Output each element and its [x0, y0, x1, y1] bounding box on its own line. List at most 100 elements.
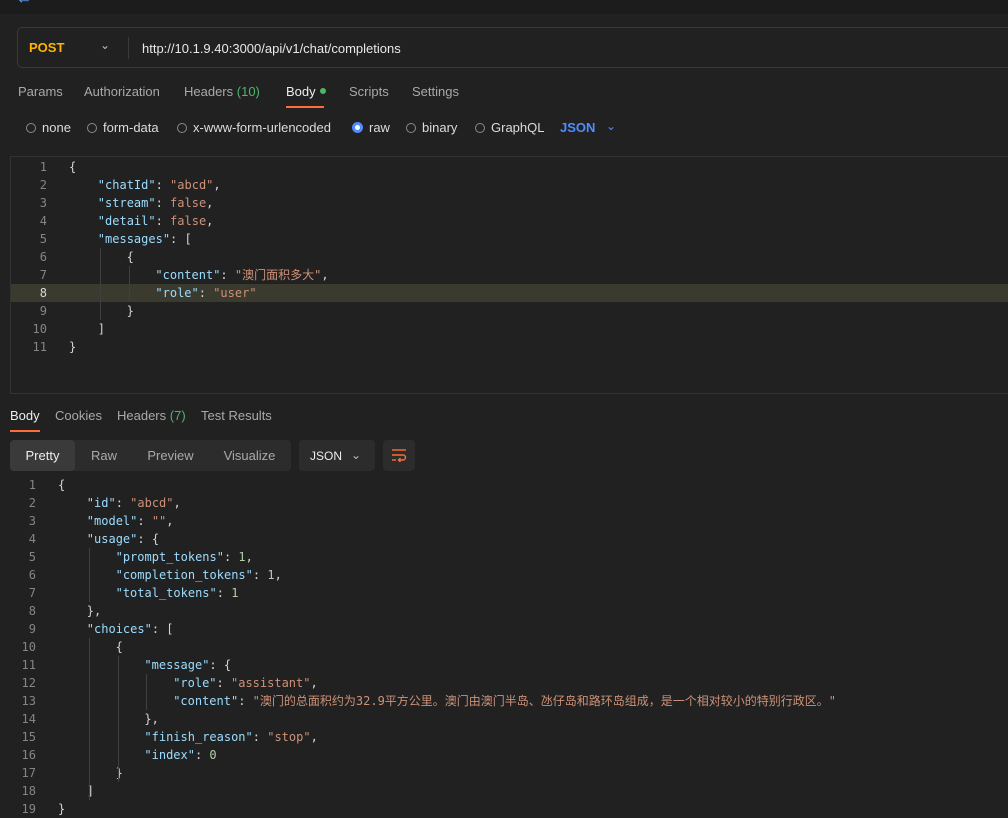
code-line: 2 "chatId": "abcd", [11, 176, 1008, 194]
request-body-editor[interactable]: 1{2 "chatId": "abcd", 3 "stream": false, 4 "d… [10, 156, 1008, 394]
line-number: 12 [21, 676, 36, 690]
chevron-down-icon: ⌄ [351, 448, 362, 462]
line-number: 10 [32, 322, 47, 336]
code-text: "content": "澳门面积多大", [155, 266, 328, 284]
code-line: 10] [11, 320, 1008, 338]
json-punctuation: , [173, 496, 181, 510]
view-mode-visualize[interactable]: Visualize [208, 440, 291, 471]
response-tab-headers[interactable]: Headers (7) [117, 408, 186, 423]
code-text: "stream": false, [98, 194, 214, 212]
tab-authorization[interactable]: Authorization [84, 84, 160, 99]
json-punctuation: , [213, 178, 221, 192]
line-number: 2 [28, 496, 36, 510]
json-punctuation: , [206, 196, 214, 210]
line-number: 3 [28, 514, 36, 528]
tab-label: Authorization [84, 84, 160, 99]
body-type-none[interactable]: none [26, 120, 71, 135]
response-body-viewer[interactable]: 1{2 "id": "abcd", 3 "model": "", 4 "usage": {… [0, 476, 1008, 818]
radio-icon [26, 123, 36, 133]
json-key: "role" [173, 676, 217, 690]
indent-guide [88, 638, 90, 800]
line-number: 11 [21, 658, 36, 672]
body-type-urlencoded[interactable]: x-www-form-urlencoded [177, 120, 331, 135]
tab-label: Body [10, 408, 40, 423]
tab-label: Body [286, 84, 316, 99]
json-punctuation: { [126, 250, 134, 264]
chevron-down-icon[interactable]: ⌄ [606, 119, 616, 133]
code-text: { [127, 248, 134, 266]
body-type-graphql[interactable]: GraphQL [475, 120, 544, 135]
response-tab-test-results[interactable]: Test Results [201, 408, 272, 423]
line-number: 1 [28, 478, 36, 492]
code-text: "prompt_tokens": 1, [116, 548, 253, 566]
json-key: "content" [173, 694, 239, 708]
json-number: 1 [238, 550, 246, 564]
json-punctuation: : [155, 178, 171, 192]
json-string: false [170, 196, 207, 210]
line-number: 7 [39, 268, 47, 282]
body-type-binary[interactable]: binary [406, 120, 457, 135]
response-tab-cookies[interactable]: Cookies [55, 408, 102, 423]
json-string: "abcd" [130, 496, 174, 510]
code-line: 8}, [0, 602, 1000, 620]
body-type-label: none [42, 120, 71, 135]
url-divider [128, 37, 129, 59]
view-mode-raw[interactable]: Raw [75, 440, 133, 471]
json-punctuation: } [58, 802, 66, 816]
line-number: 7 [28, 586, 36, 600]
line-number: 3 [39, 196, 47, 210]
line-number: 15 [21, 730, 36, 744]
method-select[interactable]: POST [29, 40, 64, 55]
line-number: 11 [32, 340, 47, 354]
tab-params[interactable]: Params [18, 84, 63, 99]
body-type-form-data[interactable]: form-data [87, 120, 159, 135]
indent-guide [88, 548, 90, 602]
json-punctuation: { [115, 640, 123, 654]
view-mode-pretty[interactable]: Pretty [10, 440, 75, 471]
response-format-select[interactable]: JSON ⌄ [299, 440, 375, 471]
json-string: "" [151, 514, 167, 528]
body-language-select[interactable]: JSON [560, 120, 595, 135]
view-mode-selector: Pretty Raw Preview Visualize [10, 440, 291, 471]
tab-headers[interactable]: Headers (10) [184, 84, 260, 99]
code-line: 4 "detail": false, [11, 212, 1008, 230]
code-text: "role": "assistant", [173, 674, 318, 692]
tab-label: Cookies [55, 408, 102, 423]
code-text: { [116, 638, 123, 656]
tab-settings[interactable]: Settings [412, 84, 459, 99]
code-line: 15 "finish_reason": "stop", [0, 728, 1000, 746]
wrap-lines-button[interactable] [383, 440, 415, 471]
json-punctuation: , [310, 676, 318, 690]
code-line: 5 "messages": [ [11, 230, 1008, 248]
view-mode-preview[interactable]: Preview [133, 440, 208, 471]
json-punctuation: : [238, 694, 253, 708]
body-type-raw[interactable]: raw [352, 120, 390, 135]
radio-icon [475, 123, 485, 133]
code-text: { [58, 476, 65, 494]
json-punctuation: : [194, 748, 210, 762]
active-tab-underline [286, 106, 324, 108]
json-punctuation: : [198, 286, 214, 300]
code-text: "message": { [144, 656, 231, 674]
url-input[interactable] [142, 38, 742, 58]
tab-scripts[interactable]: Scripts [349, 84, 389, 99]
url-bar: POST ⌄ [17, 27, 1008, 68]
code-line: 6{ [11, 248, 1008, 266]
back-arrow-icon[interactable]: ⇐ [18, 0, 42, 6]
json-punctuation: : [ [170, 232, 192, 246]
line-number: 6 [39, 250, 47, 264]
json-punctuation: }, [86, 604, 102, 618]
tab-body[interactable]: Body [286, 84, 326, 99]
json-punctuation: , [206, 214, 214, 228]
json-punctuation: { [69, 160, 77, 174]
json-punctuation: , [310, 730, 318, 744]
code-text: } [58, 800, 65, 818]
chevron-down-icon[interactable]: ⌄ [100, 38, 110, 52]
indent-guide [117, 656, 119, 782]
json-string: "user" [213, 286, 257, 300]
code-text: "finish_reason": "stop", [144, 728, 317, 746]
json-punctuation: : [252, 730, 268, 744]
json-key: "message" [144, 658, 210, 672]
response-tab-body[interactable]: Body [10, 408, 40, 423]
code-line: 19} [0, 800, 1000, 818]
